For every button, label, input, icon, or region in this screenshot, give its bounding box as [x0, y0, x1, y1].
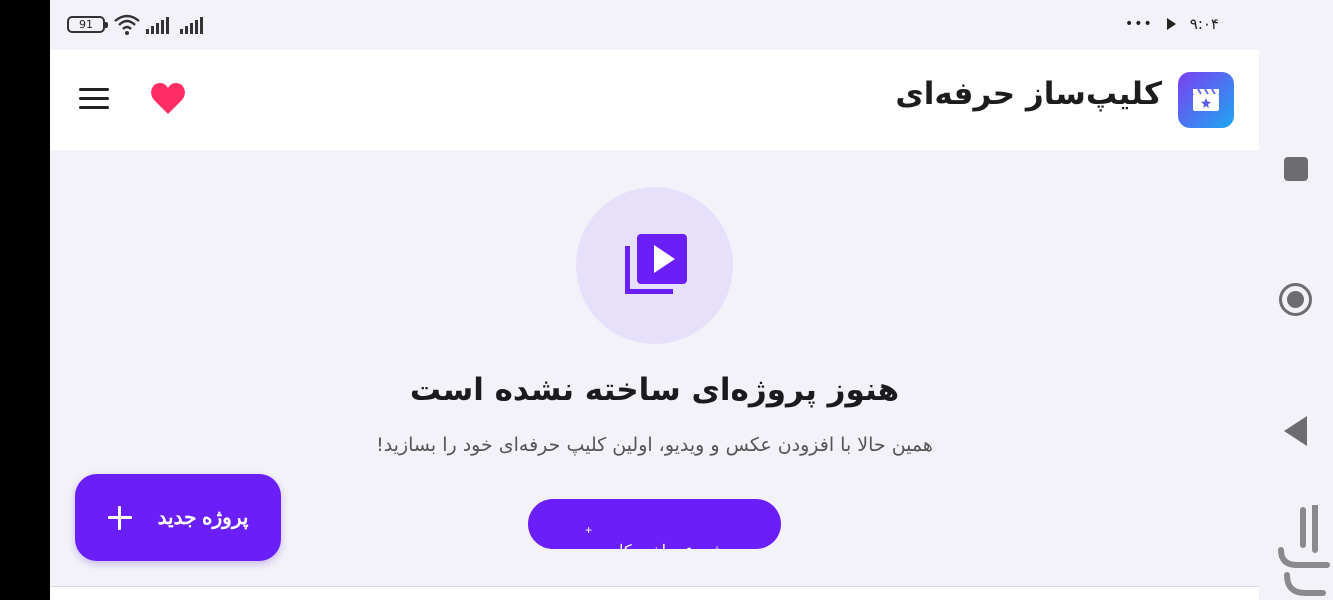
recent-apps-icon[interactable] — [1284, 157, 1308, 181]
app-screen: 91 ••• ۹:۰۴ — [50, 0, 1259, 600]
empty-state-title: هنوز پروژه‌ای ساخته نشده است — [409, 372, 900, 408]
menu-icon[interactable] — [79, 86, 109, 112]
status-right: ••• ۹:۰۴ — [1125, 14, 1219, 34]
create-clip-button-label: شروع ساخت کلیپ — [598, 541, 724, 549]
plus-icon: + — [585, 523, 593, 537]
video-library-icon — [624, 233, 687, 294]
status-bar: 91 ••• ۹:۰۴ — [50, 0, 1259, 50]
empty-state-icon-circle — [576, 187, 733, 344]
signal-icon — [180, 17, 203, 34]
home-icon[interactable] — [1279, 283, 1312, 316]
create-clip-button[interactable]: شروع ساخت کلیپ + — [528, 499, 781, 549]
wifi-icon — [114, 14, 140, 35]
app-header: کلیپ‌ساز حرفه‌ای — [50, 50, 1259, 150]
back-icon[interactable] — [1284, 416, 1307, 446]
new-project-label: پروژه جدید — [157, 507, 249, 529]
system-nav-bar — [1259, 0, 1333, 600]
clapperboard-icon — [1178, 72, 1234, 128]
plus-icon — [107, 505, 132, 530]
bottom-divider — [50, 586, 1259, 600]
battery-level: 91 — [79, 18, 93, 31]
heart-icon[interactable] — [150, 82, 186, 116]
new-project-fab[interactable]: پروژه جدید — [75, 474, 281, 561]
signal-icon — [146, 17, 169, 34]
clapperboard-glyph — [1193, 88, 1219, 111]
left-black-bar — [0, 0, 50, 600]
watermark-logo-icon — [1278, 505, 1330, 596]
play-store-notification-icon — [1166, 18, 1176, 30]
more-notifications-icon: ••• — [1124, 16, 1153, 32]
clock: ۹:۰۴ — [1189, 15, 1219, 33]
app-title: کلیپ‌ساز حرفه‌ای — [895, 76, 1162, 112]
empty-state-subtitle: همین حالا با افزودن عکس و ویدیو، اولین ک… — [376, 434, 933, 456]
battery-icon: 91 — [67, 16, 108, 33]
